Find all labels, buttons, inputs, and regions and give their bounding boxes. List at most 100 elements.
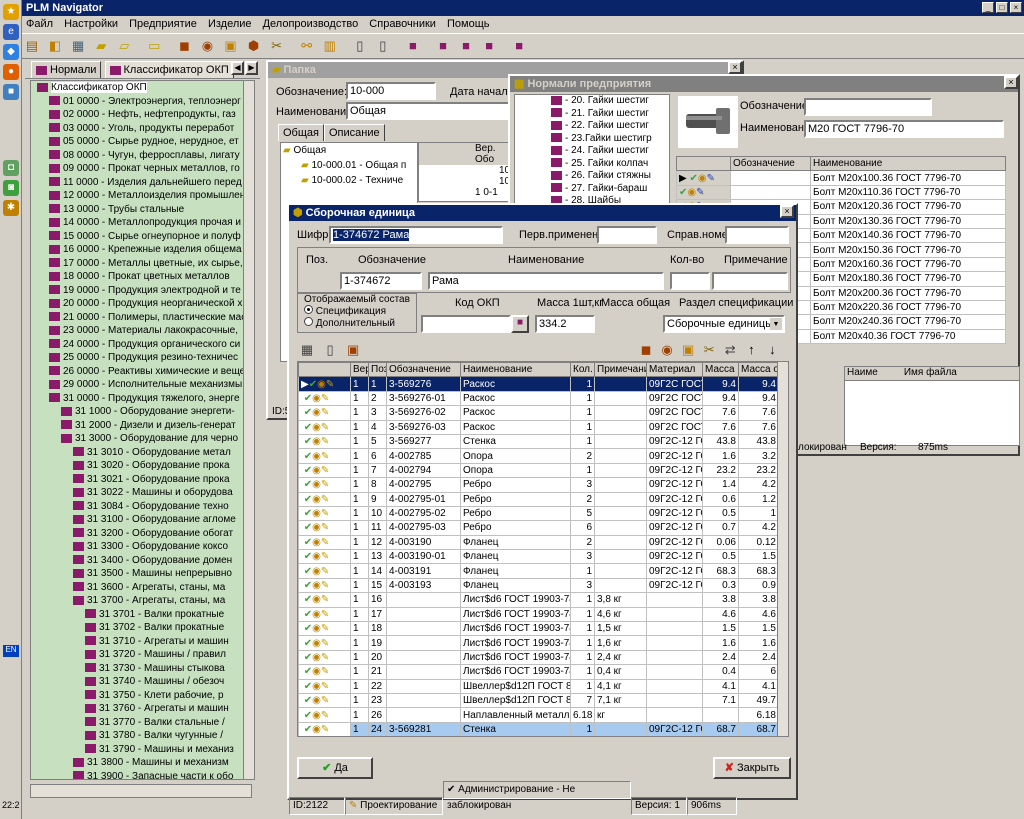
tree-item[interactable]: Классификатор ОКП xyxy=(31,81,251,95)
tree-hscrollbar[interactable] xyxy=(30,784,252,798)
tab-scroll-right[interactable]: ▶ xyxy=(245,61,258,75)
tree-item[interactable]: 31 3740 - Машины / обезоч xyxy=(31,675,251,689)
tree-item[interactable]: 11 0000 - Изделия дальнейшего перед xyxy=(31,176,251,190)
spec-row[interactable]: ✔◉✎123-569276-01Раскос109Г2С ГОСТ 19.49.… xyxy=(298,390,779,407)
normals-close-button[interactable]: × xyxy=(1004,76,1018,89)
network-icon[interactable]: ■ xyxy=(3,84,19,100)
tree-item[interactable]: 09 0000 - Прокат черных металлов, го xyxy=(31,162,251,176)
tree-item[interactable]: 17 0000 - Металлы цветные, их сырье, xyxy=(31,257,251,271)
maximize-button[interactable]: □ xyxy=(996,2,1008,13)
spec-row[interactable]: ✔◉✎116Лист$d6 ГОСТ 19903-74;09Г13,8 кг3.… xyxy=(298,592,779,608)
new-doc-icon[interactable]: ▯ xyxy=(321,341,339,359)
tray-icon-1[interactable]: ◘ xyxy=(3,160,19,176)
normals-tree-item[interactable]: - 25. Гайки колпач xyxy=(515,158,669,171)
minimize-button[interactable]: _ xyxy=(982,2,994,13)
tree-item[interactable]: 31 3700 - Агрегаты, станы, ма xyxy=(31,594,251,608)
ie-icon[interactable]: e xyxy=(3,24,19,40)
folder-tab-description[interactable]: Описание xyxy=(323,124,385,141)
link-icon[interactable]: ⚯ xyxy=(298,37,316,55)
spec-row[interactable]: ✔◉✎153-569277Стенка109Г2С-12 ГОС43.843.8 xyxy=(298,433,779,450)
tree-item[interactable]: 01 0000 - Электроэнергия, теплоэнерг xyxy=(31,95,251,109)
sprav-field[interactable] xyxy=(725,226,789,244)
tree-item[interactable]: 16 0000 - Крепежные изделия общема xyxy=(31,243,251,257)
tree-item[interactable]: 31 3200 - Оборудование обогат xyxy=(31,527,251,541)
arrow-down-icon[interactable]: ↓ xyxy=(763,341,781,359)
spec-row[interactable]: ✔◉✎121Лист$d6 ГОСТ 19903-74;09Г10,4 кг0.… xyxy=(298,664,779,680)
spec-row[interactable]: ✔◉✎194-002795-01Ребро209Г2С-12 ГОС0.61.2 xyxy=(298,491,779,507)
swap-icon[interactable]: ⇄ xyxy=(721,341,739,359)
document2-icon[interactable]: ▯ xyxy=(374,37,392,55)
toolbar-btn-1-icon[interactable]: ▤ xyxy=(23,37,41,55)
detail-add-icon[interactable]: ◼ xyxy=(637,341,655,359)
razdel-select[interactable]: Сборочные единицы ▼ xyxy=(663,315,785,333)
tree-item[interactable]: 05 0000 - Сырье рудное, нерудное, ет xyxy=(31,135,251,149)
tree-item[interactable]: 19 0000 - Продукция электродной и те xyxy=(31,284,251,298)
menu-product[interactable]: Изделие xyxy=(208,18,252,30)
book2-icon[interactable]: ■ xyxy=(434,37,452,55)
menu-file[interactable]: Файл xyxy=(26,18,53,30)
tree-item[interactable]: 23 0000 - Материалы лакокрасочные, xyxy=(31,324,251,338)
tree-item[interactable]: 31 3600 - Агрегаты, станы, ма xyxy=(31,581,251,595)
detail-icon[interactable]: ◉ xyxy=(198,37,216,55)
ok-button[interactable]: ✔ Да xyxy=(297,757,373,779)
radio-spec[interactable] xyxy=(304,305,313,314)
folder-new-icon[interactable]: ▭ xyxy=(145,37,163,55)
menu-help[interactable]: Помощь xyxy=(447,18,490,30)
spec-row[interactable]: ✔◉✎143-569276-03Раскос109Г2С ГОСТ 17.67.… xyxy=(298,419,779,435)
normals-tree[interactable]: - 20. Гайки шестиг - 21. Гайки шестиг - 22… xyxy=(514,94,670,206)
spec-row[interactable]: ✔◉✎120Лист$d6 ГОСТ 19903-74;09Г12,4 кг2.… xyxy=(298,649,779,666)
menu-office[interactable]: Делопроизводство xyxy=(263,18,359,30)
tree-item[interactable]: 31 3020 - Оборудование прока xyxy=(31,459,251,473)
tree-item[interactable]: 31 3900 - Запасные части к обо xyxy=(31,770,251,779)
assembly-icon[interactable]: ⬢ xyxy=(245,37,263,55)
folder-open-icon[interactable]: ▱ xyxy=(115,37,133,55)
tree-item[interactable]: 14 0000 - Металлопродукция прочая и xyxy=(31,216,251,230)
folder-icon[interactable]: ▰ xyxy=(92,37,110,55)
spec-row[interactable]: ✔◉✎1134-003190-01Фланец309Г2С-12 ГОС0.51… xyxy=(298,549,779,565)
close-app-button[interactable]: × xyxy=(1010,2,1022,13)
arrow-up-icon[interactable]: ↑ xyxy=(742,341,760,359)
tree-item[interactable]: 31 3760 - Агрегаты и машин xyxy=(31,702,251,716)
tree-item[interactable]: 31 3702 - Валки прокатные xyxy=(31,621,251,635)
chevron-down-icon[interactable]: ▼ xyxy=(770,318,782,330)
assembly-close-x-button[interactable]: × xyxy=(780,205,794,218)
spec-row[interactable]: ✔◉✎118Лист$d6 ГОСТ 19903-74;09Г11,5 кг1.… xyxy=(298,621,779,637)
book5-icon[interactable]: ■ xyxy=(510,37,528,55)
normals-name-field[interactable]: M20 ГОСТ 7796-70 xyxy=(804,120,1004,138)
tree-item[interactable]: 31 0000 - Продукция тяжелого, энерге xyxy=(31,392,251,406)
tree-item[interactable]: 31 3400 - Оборудование домен xyxy=(31,554,251,568)
doc-open-icon[interactable]: ▥ xyxy=(321,37,339,55)
spec-row[interactable]: ✔◉✎1124-003190Фланец209Г2С-12 ГОС0.060.1… xyxy=(298,534,779,551)
kol-field[interactable] xyxy=(670,272,710,290)
radio-additional[interactable] xyxy=(304,317,313,326)
tree-item[interactable]: 29 0000 - Исполнительные механизмы, xyxy=(31,378,251,392)
book3-icon[interactable]: ■ xyxy=(457,37,475,55)
spec-row[interactable]: ✔◉✎1104-002795-02Ребро509Г2С-12 ГОС0.51 xyxy=(298,505,779,522)
normals-row[interactable]: ✔◉✎ Болт M20x110.36 ГОСТ 7796-70 xyxy=(676,184,1006,201)
tree-item[interactable]: 31 3750 - Клети рабочие, р xyxy=(31,689,251,703)
menu-settings[interactable]: Настройки xyxy=(64,18,118,30)
tab-okp[interactable]: Классификатор ОКП xyxy=(104,61,234,78)
folder-oboz-field[interactable]: 10-000 xyxy=(346,82,436,100)
normals-tree-item[interactable]: - 26. Гайки стяжны xyxy=(515,170,669,183)
tree-item[interactable]: 31 1000 - Оборудование энергети- xyxy=(31,405,251,419)
spec-table[interactable]: ВерПозОбозначениеНаименованиеКол.Примеча… xyxy=(298,362,779,736)
grid-icon[interactable]: ▦ xyxy=(298,341,316,359)
spec-row[interactable]: ▶✔◉✎113-569276Раскос109Г2С ГОСТ 19.49.4 xyxy=(298,376,779,392)
spec-row[interactable]: ✔◉✎184-002795Ребро309Г2С-12 ГОС1.44.2 xyxy=(298,477,779,493)
folder-content-table[interactable]: Вер. Обо 10- 10- 1 0-1 xyxy=(418,142,518,202)
name-field[interactable]: Рама xyxy=(428,272,664,290)
spec-row[interactable]: ✔◉✎174-002794Опора109Г2С-12 ГОС23.223.2 xyxy=(298,462,779,479)
prim-field[interactable] xyxy=(712,272,788,290)
mass1-field[interactable]: 334.2 xyxy=(535,315,595,333)
tree-scrollbar[interactable] xyxy=(243,80,255,780)
okp-pick-button[interactable]: ■ xyxy=(511,315,529,333)
tree-item[interactable]: 21 0000 - Полимеры, пластические мас xyxy=(31,311,251,325)
tree-item[interactable]: 31 3021 - Оборудование прока xyxy=(31,473,251,487)
tree-item[interactable]: 25 0000 - Продукция резино-техничес xyxy=(31,351,251,365)
shifr-field[interactable]: 1-374672 Рама xyxy=(333,229,410,241)
tray-icon-2[interactable]: ◙ xyxy=(3,180,19,196)
file-table[interactable]: Наиме Имя файла xyxy=(844,366,1020,446)
tools-icon[interactable]: ✂ xyxy=(268,37,286,55)
print-icon[interactable]: ▣ xyxy=(344,341,362,359)
